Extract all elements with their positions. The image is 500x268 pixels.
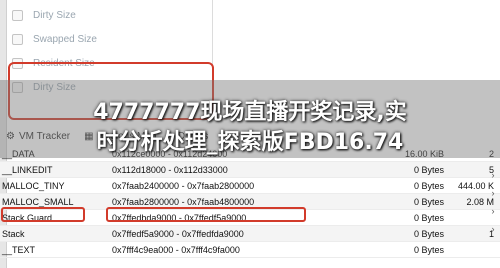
table-row[interactable]: Stack 0x7ffedf5a9000 - 0x7ffedfda9000 0 … bbox=[0, 226, 500, 242]
table-row[interactable]: __LINKEDIT 0x112d18000 - 0x112d33000 0 B… bbox=[0, 162, 500, 178]
row-disclosure-column: › › › › bbox=[486, 170, 500, 268]
overlay-title-line-2: 时分析处理_探索版FBD16.74 bbox=[96, 130, 404, 155]
cell-size: 0 Bytes bbox=[413, 212, 444, 223]
chevron-right-icon[interactable]: › bbox=[492, 224, 495, 234]
cell-range: 0x7ffedf5a9000 - 0x7ffedfda9000 bbox=[112, 228, 244, 239]
regions-table: __DATA 0x112ce0000 - 0x112d24000 16.00 K… bbox=[0, 146, 500, 258]
chevron-right-icon[interactable]: › bbox=[492, 206, 495, 216]
cell-name: Stack bbox=[2, 228, 25, 239]
cell-name: MALLOC_SMALL bbox=[2, 196, 74, 207]
overlay-title-line-1: 4777777现场直播开奖记录,实 bbox=[93, 100, 407, 125]
option-label: Dirty Size bbox=[33, 10, 76, 21]
cell-name: MALLOC_TINY bbox=[2, 180, 65, 191]
table-row[interactable]: MALLOC_TINY 0x7faab2400000 - 0x7faab2800… bbox=[0, 178, 500, 194]
cell-size: 0 Bytes bbox=[413, 196, 444, 207]
chevron-right-icon[interactable]: › bbox=[492, 170, 495, 180]
option-swapped-size[interactable]: Swapped Size bbox=[12, 34, 97, 45]
cell-range: 0x7faab2800000 - 0x7faab4800000 bbox=[112, 196, 255, 207]
option-dirty-size[interactable]: Dirty Size bbox=[12, 10, 76, 21]
cell-range: 0x112d18000 - 0x112d33000 bbox=[112, 164, 228, 175]
cell-size: 0 Bytes bbox=[413, 244, 444, 255]
cell-range: 0x7faab2400000 - 0x7faab2800000 bbox=[112, 180, 255, 191]
cell-range: 0x7fff4c9ea000 - 0x7fff4c9fa000 bbox=[112, 244, 240, 255]
cell-size: 0 Bytes bbox=[413, 180, 444, 191]
annotation-outline-range bbox=[106, 207, 306, 222]
checkbox-icon[interactable] bbox=[12, 34, 23, 45]
cell-name: __LINKEDIT bbox=[2, 164, 53, 175]
checkbox-icon[interactable] bbox=[12, 10, 23, 21]
cell-name: __TEXT bbox=[2, 244, 36, 255]
cell-size: 0 Bytes bbox=[413, 164, 444, 175]
chevron-right-icon[interactable]: › bbox=[492, 188, 495, 198]
option-label: Swapped Size bbox=[33, 34, 97, 45]
table-row[interactable]: __TEXT 0x7fff4c9ea000 - 0x7fff4c9fa000 0… bbox=[0, 242, 500, 258]
annotation-outline-name bbox=[1, 207, 85, 222]
overlay-title: 4777777现场直播开奖记录,实 时分析处理_探索版FBD16.74 bbox=[0, 98, 500, 158]
cell-size: 0 Bytes bbox=[413, 228, 444, 239]
